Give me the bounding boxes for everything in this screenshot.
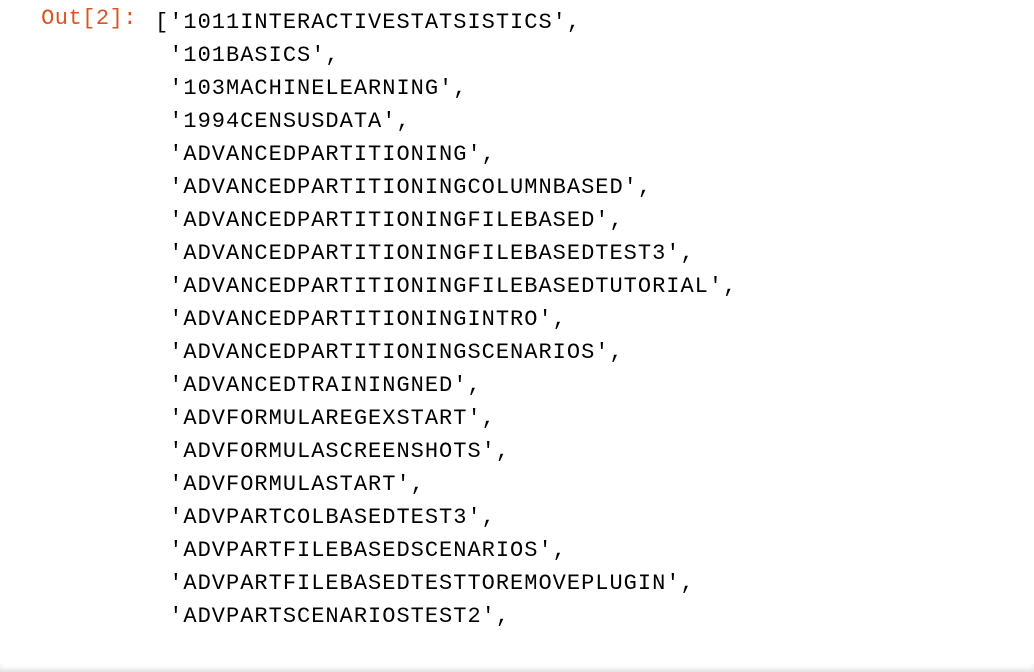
output-prompt: Out[2]:	[0, 6, 155, 31]
list-item: 'ADVFORMULASTART',	[169, 472, 425, 497]
fade-overlay	[0, 648, 1034, 672]
list-item: 'ADVPARTFILEBASEDSCENARIOS',	[169, 538, 567, 563]
list-item: '101BASICS',	[169, 43, 339, 68]
list-item: '1994CENSUSDATA',	[169, 109, 410, 134]
list-item: 'ADVPARTFILEBASEDTESTTOREMOVEPLUGIN',	[169, 571, 694, 596]
list-item: 'ADVPARTSCENARIOSTEST2',	[169, 604, 510, 629]
list-item: 'ADVANCEDPARTITIONINGFILEBASEDTEST3',	[169, 241, 694, 266]
shadow-edge	[0, 664, 1034, 672]
list-item: '103MACHINELEARNING',	[169, 76, 467, 101]
list-item: 'ADVANCEDPARTITIONINGFILEBASED',	[169, 208, 623, 233]
list-item: 'ADVFORMULASCREENSHOTS',	[169, 439, 510, 464]
list-item: 'ADVANCEDPARTITIONINGFILEBASEDTUTORIAL',	[169, 274, 737, 299]
list-item: 'ADVANCEDTRAININGNED',	[169, 373, 481, 398]
list-item: 'ADVANCEDPARTITIONINGINTRO',	[169, 307, 567, 332]
output-content[interactable]: ['1011INTERACTIVESTATSISTICS', '101BASIC…	[155, 6, 737, 633]
list-item: 'ADVANCEDPARTITIONING',	[169, 142, 496, 167]
list-item: 'ADVFORMULAREGEXSTART',	[169, 406, 496, 431]
list-open-bracket: [	[155, 10, 169, 35]
list-item: 'ADVANCEDPARTITIONINGSCENARIOS',	[169, 340, 623, 365]
output-cell: Out[2]: ['1011INTERACTIVESTATSISTICS', '…	[0, 0, 1034, 633]
list-item: 'ADVANCEDPARTITIONINGCOLUMNBASED',	[169, 175, 652, 200]
list-item: 'ADVPARTCOLBASEDTEST3',	[169, 505, 496, 530]
list-item: '1011INTERACTIVESTATSISTICS',	[169, 10, 581, 35]
